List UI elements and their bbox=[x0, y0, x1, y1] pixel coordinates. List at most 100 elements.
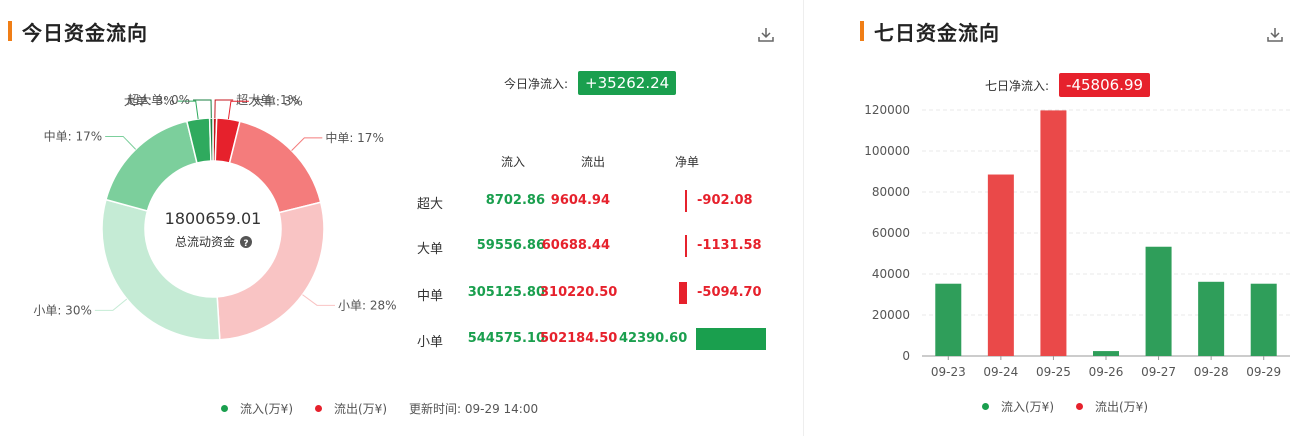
panel-divider bbox=[803, 0, 804, 436]
update-time: 更新时间: 09-29 14:00 bbox=[409, 402, 539, 416]
legend-inflow[interactable]: 流入(万¥) bbox=[982, 398, 1054, 415]
row-net: 42390.60 bbox=[619, 331, 688, 346]
bar-09-25[interactable] bbox=[1040, 110, 1067, 356]
y-tick-label: 20000 bbox=[872, 308, 910, 322]
donut-leader-line bbox=[105, 135, 137, 150]
x-axis-ticks: 09-23 09-24 09-25 09-26 09-27 09-28 09-29 bbox=[931, 356, 1281, 379]
today-net-value: +35262.24 bbox=[578, 71, 677, 95]
donut-slice-label: 大单: 3% bbox=[252, 94, 303, 108]
x-tick-label: 09-25 bbox=[1036, 365, 1071, 379]
net-bar bbox=[678, 282, 687, 304]
bar-09-23[interactable] bbox=[935, 283, 962, 356]
download-icon[interactable] bbox=[757, 26, 775, 44]
header-in: 流入 bbox=[501, 155, 526, 169]
row-label: 超大 bbox=[417, 197, 444, 212]
help-icon[interactable]: ? bbox=[240, 236, 252, 249]
bar-09-24[interactable] bbox=[987, 174, 1014, 356]
donut-slice-out-2[interactable] bbox=[228, 120, 322, 214]
table-row: 中单 305125.80 310220.50 -5094.70 bbox=[405, 282, 785, 305]
row-inflow: 544575.10 bbox=[467, 331, 545, 346]
title-accent-bar bbox=[8, 21, 12, 41]
legend-inflow-label: 流入(万¥) bbox=[1001, 400, 1054, 414]
table-row: 大单 59556.86 60688.44 -1131.58 bbox=[405, 235, 785, 258]
row-label: 大单 bbox=[417, 242, 444, 257]
x-tick-label: 09-26 bbox=[1089, 365, 1124, 379]
donut-chart: 超大单: 1%大单: 3%中单: 17%小单: 28%小单: 30%中单: 17… bbox=[33, 92, 397, 341]
row-label: 小单 bbox=[417, 335, 444, 350]
donut-center-value: 1800659.01 bbox=[165, 209, 262, 228]
week-net-inflow: 七日净流入: -45806.99 bbox=[985, 73, 1151, 97]
row-net: -1131.58 bbox=[697, 238, 762, 253]
today-title: 今日资金流向 bbox=[22, 20, 148, 45]
y-tick-label: 100000 bbox=[864, 144, 910, 158]
today-title-bar: 今日资金流向 bbox=[8, 18, 148, 45]
donut-center-label: 总流动资金 bbox=[175, 234, 235, 249]
legend-dot-red bbox=[315, 405, 322, 412]
row-label: 中单 bbox=[417, 289, 444, 304]
row-net: -902.08 bbox=[697, 193, 753, 208]
legend-outflow[interactable]: 流出(万¥) bbox=[1076, 398, 1148, 415]
donut-slice-label: 超大单: 0% bbox=[127, 92, 190, 107]
y-tick-label: 40000 bbox=[872, 267, 910, 281]
y-tick-label: 0 bbox=[902, 349, 910, 363]
y-tick-label: 120000 bbox=[864, 103, 910, 117]
legend-dot-green bbox=[221, 405, 228, 412]
x-tick-label: 09-23 bbox=[931, 365, 966, 379]
row-inflow: 305125.80 bbox=[467, 285, 545, 300]
today-fund-flow-panel: 今日资金流向 今日净流入: +35262.24 超大单: 1% 大单: 3% 中单:… bbox=[0, 0, 800, 436]
table-row: 小单 544575.10 502184.50 42390.60 bbox=[405, 328, 785, 351]
row-inflow: 59556.86 bbox=[476, 238, 545, 253]
legend-outflow[interactable]: 流出(万¥) bbox=[315, 400, 387, 417]
donut-leader-line bbox=[302, 294, 335, 306]
net-bar bbox=[685, 235, 687, 257]
legend-dot-green bbox=[982, 403, 989, 410]
seven-day-bar-chart: 020000400006000080000100000120000 09-23 0… bbox=[864, 103, 1290, 379]
row-outflow: 9604.94 bbox=[550, 193, 610, 208]
x-tick-label: 09-27 bbox=[1141, 365, 1176, 379]
x-tick-label: 09-28 bbox=[1194, 365, 1229, 379]
title-accent-bar bbox=[860, 21, 864, 41]
bar-09-27[interactable] bbox=[1145, 246, 1172, 356]
donut-leader-line bbox=[94, 298, 128, 311]
row-net: -5094.70 bbox=[697, 285, 762, 300]
donut-slice-label: 中单: 17% bbox=[44, 128, 103, 143]
legend-outflow-label: 流出(万¥) bbox=[334, 402, 387, 416]
legend-outflow-label: 流出(万¥) bbox=[1095, 400, 1148, 414]
week-legend: 流入(万¥) 流出(万¥) bbox=[982, 398, 1170, 415]
svg-text:?: ? bbox=[243, 239, 248, 249]
donut-slice-in-5[interactable] bbox=[105, 120, 198, 212]
week-net-label: 七日净流入: bbox=[985, 78, 1050, 93]
x-tick-label: 09-29 bbox=[1246, 365, 1281, 379]
week-title: 七日资金流向 bbox=[874, 20, 1000, 45]
today-net-label: 今日净流入: bbox=[504, 76, 569, 91]
legend-inflow[interactable]: 流入(万¥) bbox=[221, 400, 293, 417]
legend-dot-red bbox=[1076, 403, 1083, 410]
download-icon[interactable] bbox=[1266, 26, 1284, 44]
header-out: 流出 bbox=[581, 155, 606, 169]
row-inflow: 8702.86 bbox=[485, 193, 545, 208]
bar-grid bbox=[922, 109, 1290, 357]
donut-slice-label: 中单: 17% bbox=[325, 130, 384, 145]
donut-slice-in-7[interactable] bbox=[208, 117, 214, 162]
donut-slice-label: 小单: 28% bbox=[338, 298, 397, 312]
today-net-inflow: 今日净流入: +35262.24 bbox=[504, 71, 677, 95]
net-bar bbox=[696, 328, 766, 350]
week-net-value: -45806.99 bbox=[1059, 73, 1151, 97]
donut-slices bbox=[101, 117, 325, 341]
table-row: 超大 8702.86 9604.94 -902.08 bbox=[405, 190, 785, 213]
bar-09-28[interactable] bbox=[1198, 281, 1225, 356]
row-outflow: 60688.44 bbox=[541, 238, 610, 253]
donut-leader-line bbox=[291, 137, 323, 151]
seven-day-fund-flow-panel: 七日资金流向 七日净流入: -45806.99 0 20000 40000 60000… bbox=[832, 0, 1295, 436]
today-legend: 流入(万¥) 流出(万¥) 更新时间: 09-29 14:00 bbox=[221, 400, 538, 417]
row-outflow: 310220.50 bbox=[540, 285, 618, 300]
legend-inflow-label: 流入(万¥) bbox=[240, 402, 293, 416]
y-tick-label: 80000 bbox=[872, 185, 910, 199]
x-tick-label: 09-24 bbox=[983, 365, 1018, 379]
header-net: 净单 bbox=[675, 155, 700, 169]
bar-09-26[interactable] bbox=[1093, 351, 1119, 356]
y-axis-ticks: 0 20000 40000 60000 80000 100000 120000 bbox=[864, 103, 910, 363]
donut-slice-label: 小单: 30% bbox=[33, 303, 92, 317]
net-bar bbox=[685, 190, 687, 212]
bar-09-29[interactable] bbox=[1250, 283, 1277, 356]
